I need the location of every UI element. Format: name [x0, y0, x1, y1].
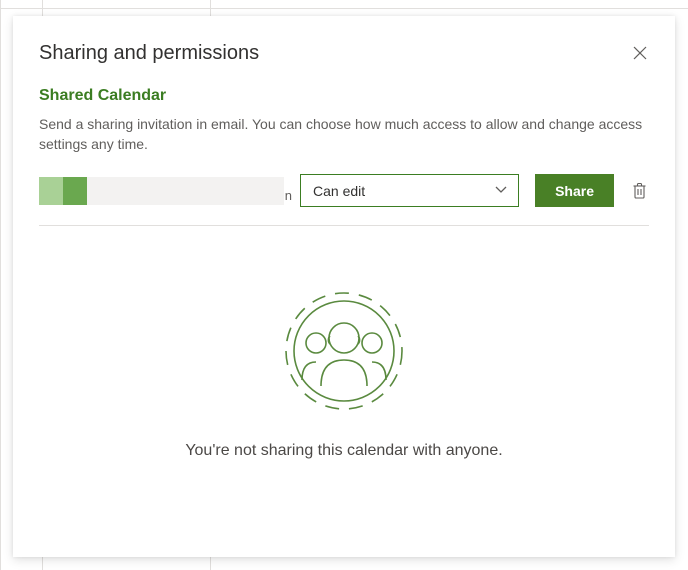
- delete-button[interactable]: [630, 180, 649, 201]
- permission-select[interactable]: Can edit: [300, 174, 519, 207]
- invite-row: n Can edit Share: [39, 174, 649, 207]
- trash-icon: [632, 182, 647, 199]
- person-input[interactable]: n: [39, 177, 284, 205]
- close-icon: [633, 46, 647, 60]
- close-button[interactable]: [631, 44, 649, 62]
- divider: [39, 225, 649, 226]
- avatar: [39, 177, 87, 205]
- calendar-name: Shared Calendar: [39, 87, 649, 105]
- empty-state: You're not sharing this calendar with an…: [39, 286, 649, 460]
- people-illustration-icon: [279, 286, 409, 416]
- share-button[interactable]: Share: [535, 174, 614, 207]
- dialog-title: Sharing and permissions: [39, 42, 259, 65]
- sharing-permissions-dialog: Sharing and permissions Shared Calendar …: [13, 16, 675, 557]
- empty-state-message: You're not sharing this calendar with an…: [185, 442, 502, 460]
- chevron-down-icon: [494, 182, 508, 199]
- person-suffix: n: [285, 188, 292, 203]
- permission-selected-label: Can edit: [313, 183, 365, 199]
- dialog-description: Send a sharing invitation in email. You …: [39, 115, 649, 154]
